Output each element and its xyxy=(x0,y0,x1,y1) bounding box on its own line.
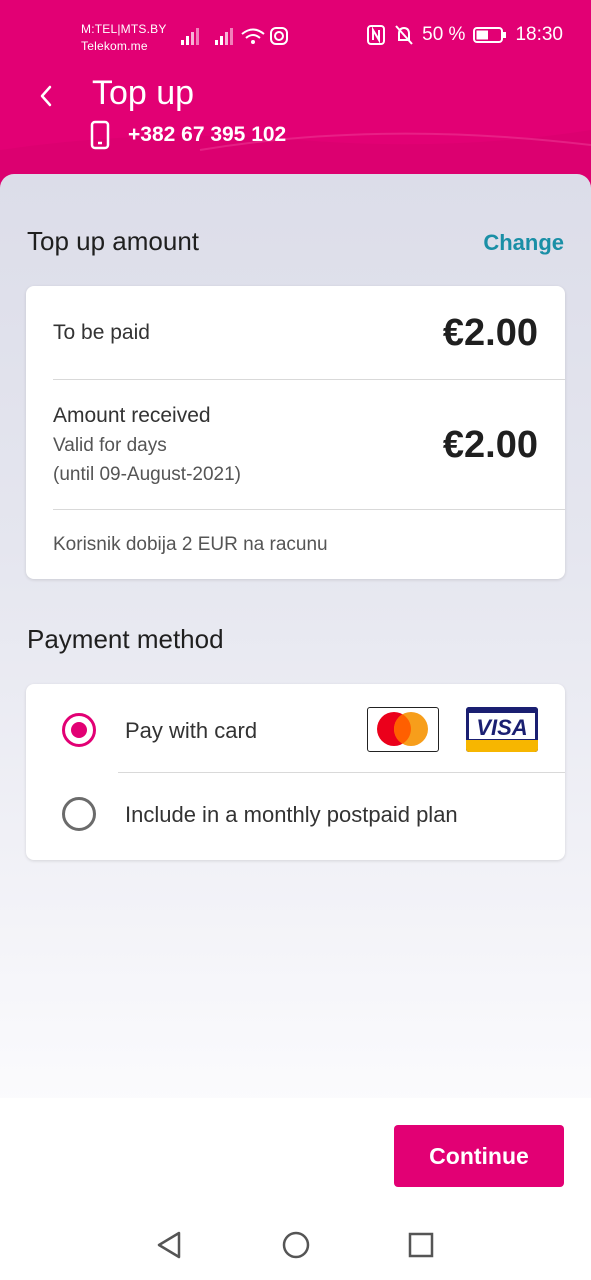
visa-icon: VISA xyxy=(466,707,538,752)
wifi-icon xyxy=(241,28,265,44)
amount-received-value: €2.00 xyxy=(442,424,538,466)
mastercard-icon xyxy=(377,712,428,746)
visa-text: VISA xyxy=(476,715,527,740)
carrier-line-1: M:TEL|MTS.BY xyxy=(81,22,167,36)
divider xyxy=(53,379,565,380)
phone-number-row: +382 67 395 102 xyxy=(90,120,286,150)
clock: 18:30 xyxy=(515,24,563,45)
battery-percent: 50 % xyxy=(422,24,466,45)
payment-option-label: Include in a monthly postpaid plan xyxy=(125,802,458,827)
amount-received-label: Amount received xyxy=(53,404,211,427)
continue-button[interactable]: Continue xyxy=(394,1125,564,1187)
to-be-paid-label: To be paid xyxy=(53,321,150,344)
radio-postpaid[interactable] xyxy=(62,797,96,831)
valid-days-label: Valid for days xyxy=(53,435,167,456)
radio-pay-with-card[interactable] xyxy=(62,713,96,747)
back-button[interactable] xyxy=(28,76,64,116)
payment-option-label: Pay with card xyxy=(125,718,258,743)
signal-icon xyxy=(181,28,199,45)
mastercard-logo xyxy=(367,707,439,752)
nav-home-button[interactable] xyxy=(281,1230,311,1260)
nav-recents-button[interactable] xyxy=(407,1230,435,1260)
bell-off-icon xyxy=(395,25,413,45)
status-bar: M:TEL|MTS.BY Telekom.me 50 % 18:30 xyxy=(0,0,591,72)
signal-2-icon xyxy=(215,28,233,45)
divider xyxy=(53,509,565,510)
amount-card: To be paid €2.00 Amount received Valid f… xyxy=(26,286,565,579)
carrier-line-2: Telekom.me xyxy=(81,39,148,53)
instagram-icon xyxy=(270,27,288,45)
page-title: Top up xyxy=(92,74,195,112)
payment-option-postpaid[interactable]: Include in a monthly postpaid plan xyxy=(26,773,565,860)
system-nav-bar xyxy=(0,1218,591,1274)
nfc-icon xyxy=(367,25,386,45)
change-amount-link[interactable]: Change xyxy=(483,230,564,256)
payment-method-title: Payment method xyxy=(27,624,224,654)
to-be-paid-value: €2.00 xyxy=(442,312,538,354)
phone-icon xyxy=(90,120,110,150)
chevron-left-icon xyxy=(40,85,52,107)
carrier-info: M:TEL|MTS.BY Telekom.me xyxy=(81,21,167,55)
amount-note: Korisnik dobija 2 EUR na racunu xyxy=(53,534,328,555)
payment-method-card: Pay with card VISA Include in a monthly … xyxy=(26,684,565,860)
battery-icon xyxy=(473,27,507,43)
nav-back-button[interactable] xyxy=(155,1230,183,1260)
battery-fill xyxy=(476,30,489,40)
payment-option-card[interactable]: Pay with card VISA xyxy=(26,684,565,772)
status-right: 50 % 18:30 xyxy=(366,24,563,46)
valid-until-label: (until 09-August-2021) xyxy=(53,464,241,485)
visa-logo: VISA xyxy=(466,707,538,752)
top-up-amount-title: Top up amount xyxy=(27,226,200,256)
phone-number: +382 67 395 102 xyxy=(128,123,287,146)
